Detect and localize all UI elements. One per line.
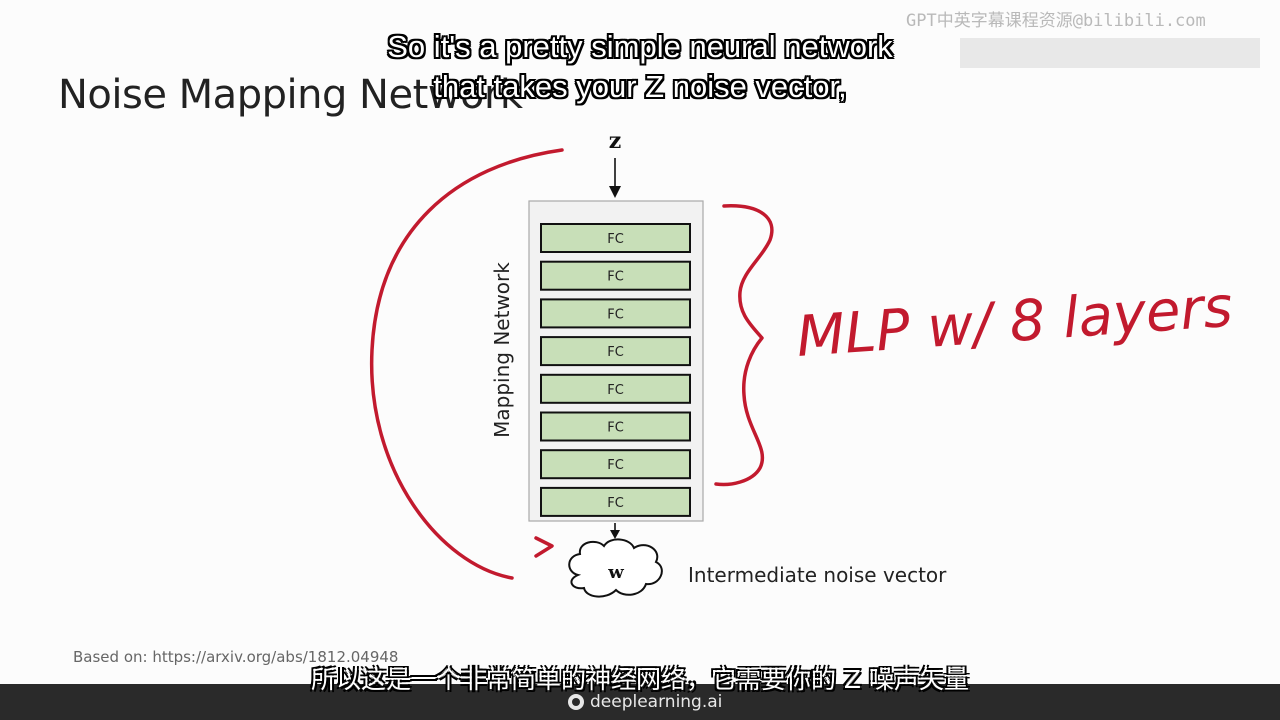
- fc-layer-label: FC: [607, 496, 624, 511]
- fc-layer-label: FC: [607, 458, 624, 473]
- subtitle-english-line-1: So it's a pretty simple neural network: [387, 29, 893, 64]
- subtitle-chinese: 所以这是一个非常简单的神经网络，它需要你的 Z 噪声矢量: [310, 665, 970, 694]
- output-arrowhead: [610, 530, 620, 539]
- deeplearning-logo-icon: [568, 694, 584, 710]
- slide: Noise Mapping Network z FC FC FC FC FC FC FC FC…: [0, 0, 1280, 720]
- fc-layer-label: FC: [607, 232, 624, 247]
- intermediate-noise-caption: Intermediate noise vector: [688, 563, 947, 587]
- fc-layer-label: FC: [607, 270, 624, 285]
- input-z-label: z: [609, 128, 622, 154]
- output-w-label: w: [607, 562, 624, 583]
- subtitle-english-line-2: that takes your Z noise vector,: [433, 69, 847, 104]
- mapping-network-label: Mapping Network: [490, 262, 514, 438]
- input-arrowhead: [609, 186, 621, 198]
- mapping-network-diagram: z FC FC FC FC FC FC FC FC w MLP w/ 8 layers: [369, 128, 1235, 598]
- fc-layer-label: FC: [607, 307, 624, 322]
- fc-layer-label: FC: [607, 383, 624, 398]
- fc-layer-label: FC: [607, 345, 624, 360]
- red-brace: [714, 204, 774, 487]
- brand-name: deeplearning.ai: [590, 692, 723, 712]
- red-bypass-arrowhead: [534, 536, 554, 558]
- mlp-annotation: MLP w/ 8 layers: [794, 275, 1234, 370]
- brand: deeplearning.ai: [568, 692, 722, 712]
- fc-layer-label: FC: [607, 421, 624, 436]
